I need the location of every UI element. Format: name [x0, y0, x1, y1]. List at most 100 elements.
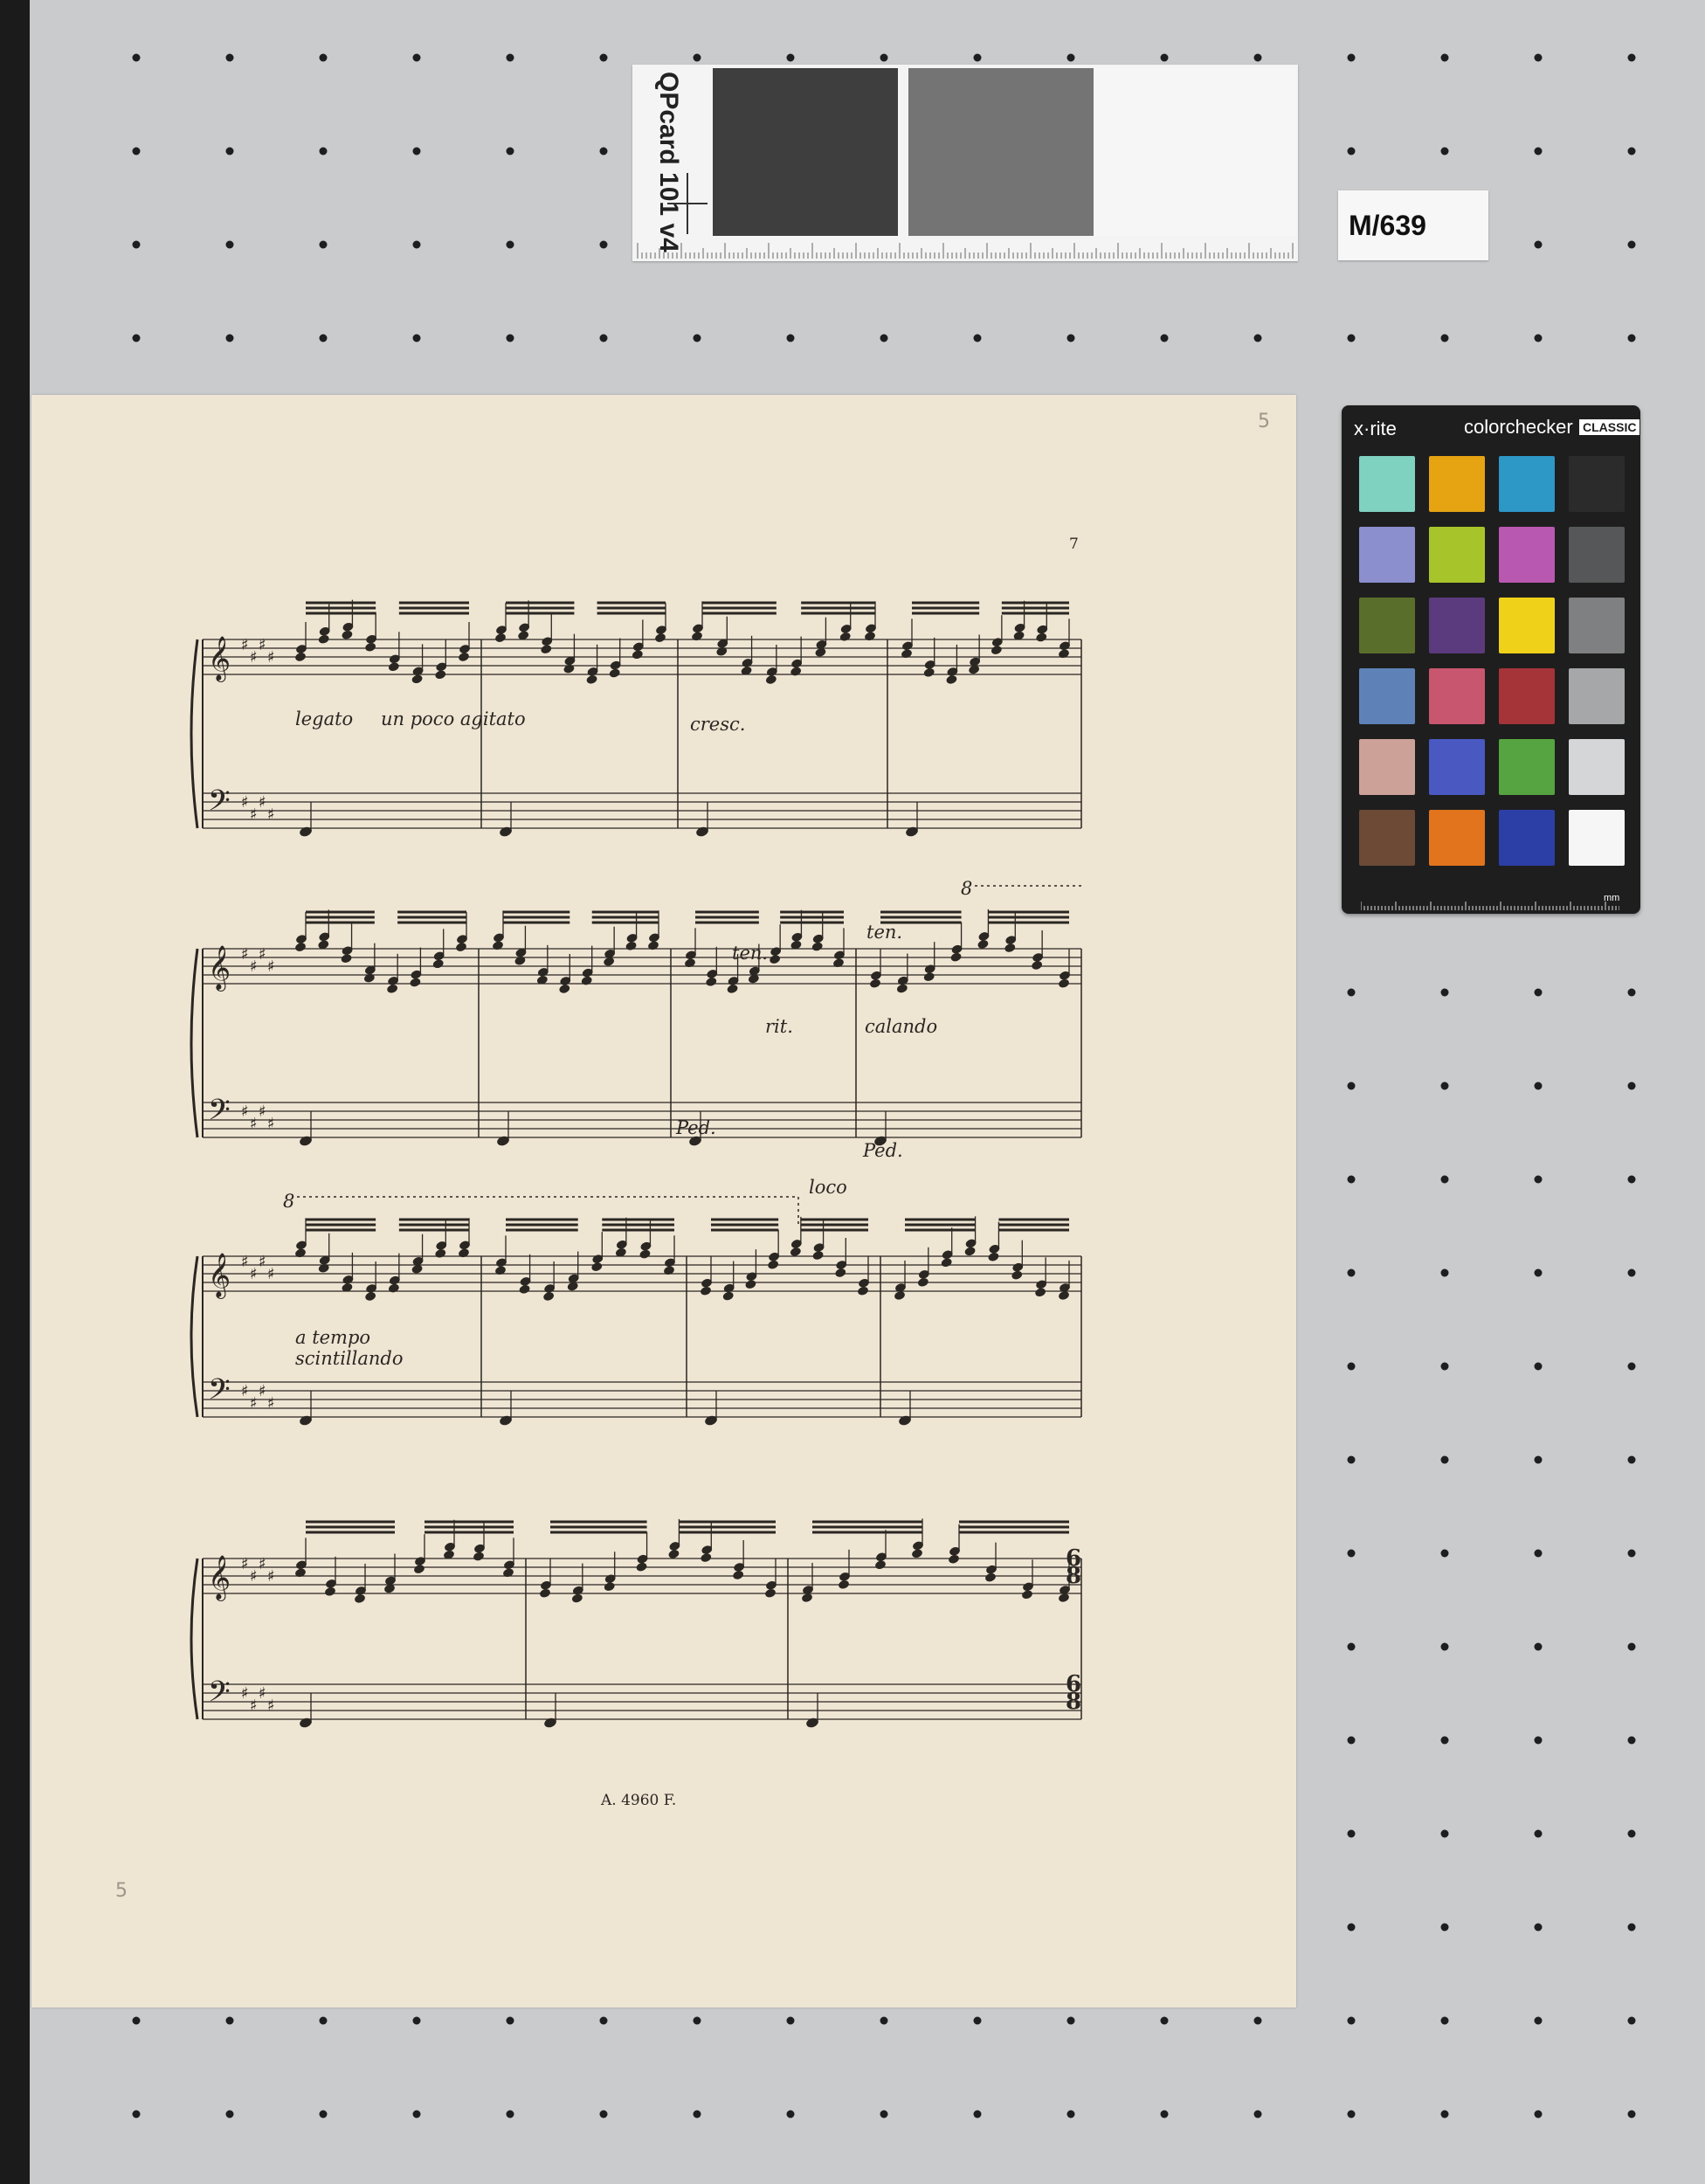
- peg-hole: [599, 53, 608, 62]
- peg-hole: [1440, 53, 1449, 62]
- peg-hole: [1347, 1829, 1356, 1838]
- time-signature-bottom: 8: [1066, 1689, 1081, 1715]
- peg-hole: [1347, 1923, 1356, 1932]
- peg-hole: [786, 2016, 795, 2025]
- peg-hole: [132, 53, 141, 62]
- brace: [190, 639, 199, 829]
- peg-hole: [1440, 1549, 1449, 1558]
- peg-hole: [319, 53, 328, 62]
- marking-un-poco-agitato: un poco agitato: [381, 708, 526, 729]
- sharp-icon: ♯: [267, 1115, 275, 1133]
- peg-hole: [786, 2110, 795, 2118]
- peg-hole: [1534, 988, 1543, 997]
- qp-grey-card: QPcard 101 v4: [632, 65, 1298, 261]
- peg-hole: [132, 2016, 141, 2025]
- peg-hole: [132, 334, 141, 342]
- color-swatch: [1429, 456, 1485, 512]
- page-number: 7: [1069, 536, 1079, 553]
- qp-card-text: QPcard 101 v4: [654, 72, 683, 252]
- color-swatch: [1429, 810, 1485, 866]
- peg-hole: [1347, 1549, 1356, 1558]
- peg-hole: [1534, 53, 1543, 62]
- peg-hole: [506, 53, 514, 62]
- treble-clef-icon: 𝄞: [208, 1555, 231, 1601]
- brace: [190, 948, 199, 1138]
- peg-hole: [132, 147, 141, 156]
- peg-hole: [1440, 1268, 1449, 1277]
- bass-clef-icon: 𝄢: [208, 784, 231, 825]
- qp-ruler: [637, 243, 1294, 259]
- sharp-icon: ♯: [250, 1265, 258, 1283]
- peg-hole: [412, 334, 421, 342]
- qp-card-label: QPcard 101 v4: [632, 65, 713, 261]
- peg-hole: [1627, 1549, 1636, 1558]
- peg-hole: [132, 2110, 141, 2118]
- color-swatch: [1499, 598, 1555, 653]
- peg-hole: [1347, 1736, 1356, 1745]
- treble-clef-icon: 𝄞: [208, 1253, 231, 1299]
- peg-hole: [1347, 334, 1356, 342]
- peg-hole: [1627, 240, 1636, 249]
- peg-hole: [1627, 988, 1636, 997]
- peg-hole: [1440, 1736, 1449, 1745]
- peg-hole: [1160, 334, 1169, 342]
- peg-hole: [1627, 53, 1636, 62]
- peg-hole: [1440, 1642, 1449, 1651]
- note-heads: [295, 599, 1070, 1728]
- peg-hole: [599, 147, 608, 156]
- peg-hole: [973, 2016, 982, 2025]
- qp-patch-dark: [713, 68, 898, 236]
- score-notation: 𝄞𝄢♯♯♯♯♯♯♯♯𝄞𝄢♯♯♯♯♯♯♯♯𝄞𝄢♯♯♯♯♯♯♯♯𝄞𝄢♯♯♯♯♯♯♯♯…: [190, 536, 1083, 1809]
- peg-hole: [1627, 147, 1636, 156]
- marking-rit: rit.: [765, 1016, 793, 1037]
- peg-hole: [412, 240, 421, 249]
- color-swatch: [1429, 527, 1485, 583]
- sharp-icon: ♯: [250, 1697, 258, 1715]
- peg-hole: [1534, 1362, 1543, 1371]
- colorchecker-badge: CLASSIC: [1579, 419, 1640, 435]
- sharp-icon: ♯: [250, 1115, 258, 1133]
- sharp-icon: ♯: [267, 1697, 275, 1715]
- sharp-icon: ♯: [241, 636, 249, 654]
- peg-hole: [412, 2110, 421, 2118]
- peg-hole: [1440, 1082, 1449, 1090]
- peg-hole: [506, 2016, 514, 2025]
- marking-a-tempo: a tempo: [295, 1327, 370, 1348]
- marking-scintillando: scintillando: [295, 1348, 404, 1369]
- peg-hole: [1627, 1362, 1636, 1371]
- peg-hole: [506, 2110, 514, 2118]
- peg-hole: [1627, 1829, 1636, 1838]
- peg-hole: [506, 147, 514, 156]
- peg-hole: [1347, 2016, 1356, 2025]
- peg-hole: [693, 2016, 701, 2025]
- color-swatch: [1359, 527, 1415, 583]
- peg-hole: [1534, 1736, 1543, 1745]
- marking-loco: loco: [809, 1177, 847, 1198]
- peg-hole: [1066, 2016, 1075, 2025]
- peg-hole: [319, 334, 328, 342]
- treble-clef-icon: 𝄞: [208, 636, 231, 682]
- color-swatch: [1569, 810, 1625, 866]
- color-swatch: [1359, 598, 1415, 653]
- peg-hole: [1066, 334, 1075, 342]
- peg-hole: [1534, 1923, 1543, 1932]
- time-signature-bottom: 8: [1066, 1563, 1081, 1589]
- sharp-icon: ♯: [241, 1684, 249, 1703]
- sharp-icon: ♯: [267, 1567, 275, 1586]
- peg-hole: [1347, 53, 1356, 62]
- peg-hole: [1253, 53, 1262, 62]
- peg-hole: [319, 2016, 328, 2025]
- sharp-icon: ♯: [259, 1102, 266, 1121]
- sharp-icon: ♯: [250, 1394, 258, 1413]
- peg-hole: [1440, 2110, 1449, 2118]
- peg-hole: [880, 53, 888, 62]
- bass-clef-icon: 𝄢: [208, 1373, 231, 1413]
- peg-hole: [1440, 1829, 1449, 1838]
- peg-hole: [880, 2110, 888, 2118]
- treble-clef-icon: 𝄞: [208, 945, 231, 992]
- sharp-icon: ♯: [241, 1253, 249, 1271]
- color-swatch: [1569, 739, 1625, 795]
- color-swatch: [1359, 456, 1415, 512]
- peg-hole: [1627, 1736, 1636, 1745]
- peg-hole: [1066, 53, 1075, 62]
